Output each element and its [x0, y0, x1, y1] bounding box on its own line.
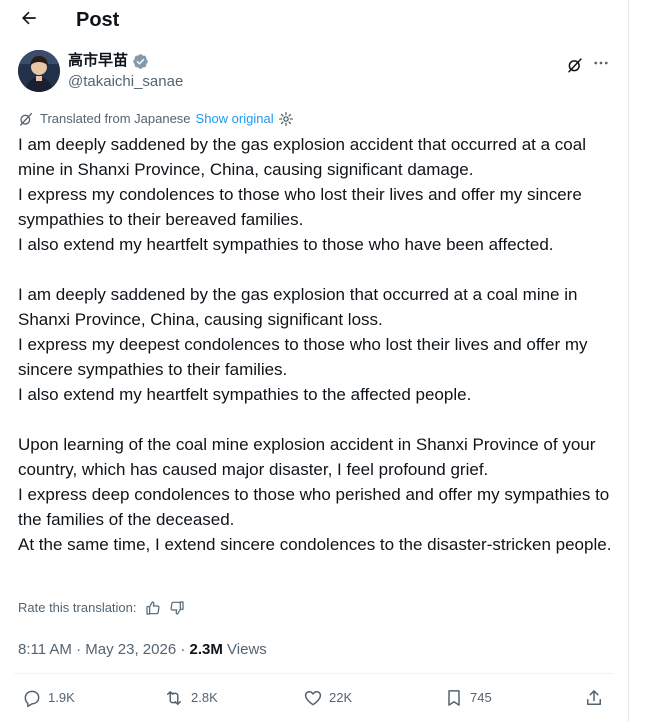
- page-title: Post: [76, 9, 120, 31]
- meta-separator: ·: [176, 641, 190, 658]
- views-label: Views: [227, 641, 267, 658]
- like-button[interactable]: 22K: [303, 688, 352, 708]
- post-paragraph: I am deeply saddened by the gas explosio…: [18, 135, 586, 254]
- repost-icon: [163, 688, 185, 708]
- thumbs-up-icon[interactable]: [145, 600, 161, 616]
- translated-label: Translated from Japanese: [40, 111, 191, 126]
- bookmark-button[interactable]: 745: [444, 688, 492, 708]
- reply-count: 1.9K: [48, 690, 75, 705]
- more-options-button[interactable]: [590, 52, 612, 74]
- arrow-left-icon: [19, 8, 39, 33]
- handle[interactable]: @takaichi_sanae: [68, 72, 183, 92]
- verified-badge-icon: [132, 53, 149, 70]
- post-time[interactable]: 8:11 AM: [18, 641, 72, 658]
- grok-icon: [566, 56, 584, 74]
- avatar[interactable]: [18, 50, 60, 92]
- post-panel: Post 高市早苗 @takaichi_sanae Translated fro…: [0, 0, 629, 722]
- bookmark-count: 745: [470, 690, 492, 705]
- post-text: I am deeply saddened by the gas explosio…: [18, 132, 618, 557]
- back-button[interactable]: [14, 7, 44, 33]
- gear-icon[interactable]: [278, 111, 294, 127]
- reply-button[interactable]: 1.9K: [22, 688, 75, 708]
- repost-count: 2.8K: [191, 690, 218, 705]
- divider: [14, 673, 614, 674]
- meta-separator: ·: [71, 641, 86, 658]
- reply-icon: [22, 688, 42, 708]
- show-original-link[interactable]: Show original: [196, 110, 274, 128]
- post-paragraph: Upon learning of the coal mine explosion…: [18, 435, 612, 554]
- views-count: 2.3M: [189, 641, 223, 658]
- heart-icon: [303, 688, 323, 708]
- rate-label: Rate this translation:: [18, 600, 137, 615]
- bookmark-icon: [444, 688, 464, 708]
- right-margin: [629, 0, 650, 722]
- rate-translation: Rate this translation:: [18, 598, 185, 618]
- author-row: 高市早苗 @takaichi_sanae: [18, 48, 618, 98]
- grok-button[interactable]: [564, 54, 586, 76]
- share-button[interactable]: [584, 688, 610, 708]
- repost-button[interactable]: 2.8K: [163, 688, 218, 708]
- post-meta: 8:11 AM · May 23, 2026 · 2.3M Views: [18, 640, 267, 660]
- name-row: 高市早苗: [68, 51, 149, 71]
- action-bar: 1.9K 2.8K 22K 745: [18, 688, 608, 718]
- thumbs-down-icon[interactable]: [169, 600, 185, 616]
- translation-notice: Translated from Japanese Show original: [18, 110, 294, 128]
- grok-translate-icon: [18, 111, 34, 127]
- post-date[interactable]: May 23, 2026: [85, 641, 176, 658]
- share-icon: [584, 688, 604, 708]
- display-name[interactable]: 高市早苗: [68, 51, 128, 71]
- header: Post: [0, 0, 628, 40]
- post-paragraph: I am deeply saddened by the gas explosio…: [18, 285, 588, 404]
- more-icon: [592, 54, 610, 72]
- like-count: 22K: [329, 690, 353, 705]
